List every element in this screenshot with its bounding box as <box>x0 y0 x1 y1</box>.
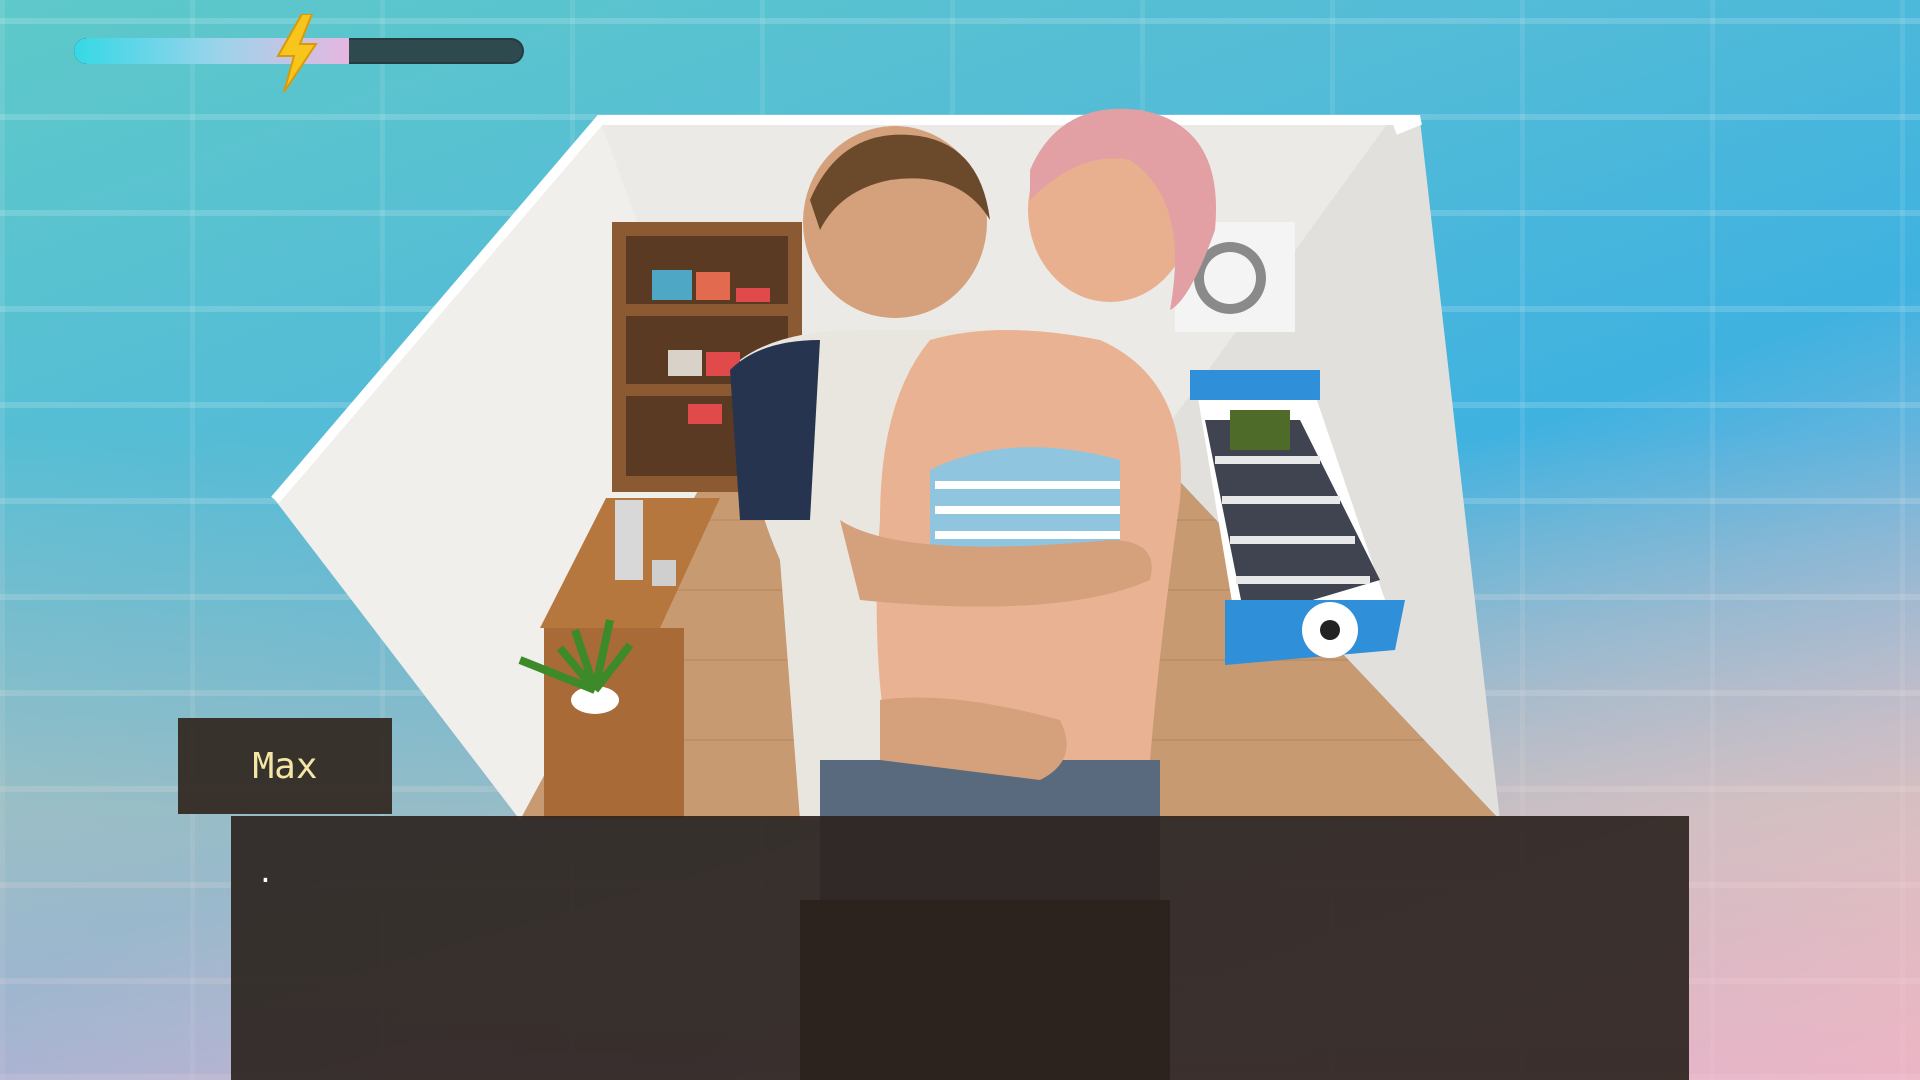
lightning-bolt-icon <box>276 14 318 92</box>
dialogue-box[interactable]: . <box>231 816 1689 1080</box>
speaker-name: Max <box>252 745 318 787</box>
dialogue-text: . <box>257 856 274 889</box>
speaker-nameplate: Max <box>178 718 392 814</box>
